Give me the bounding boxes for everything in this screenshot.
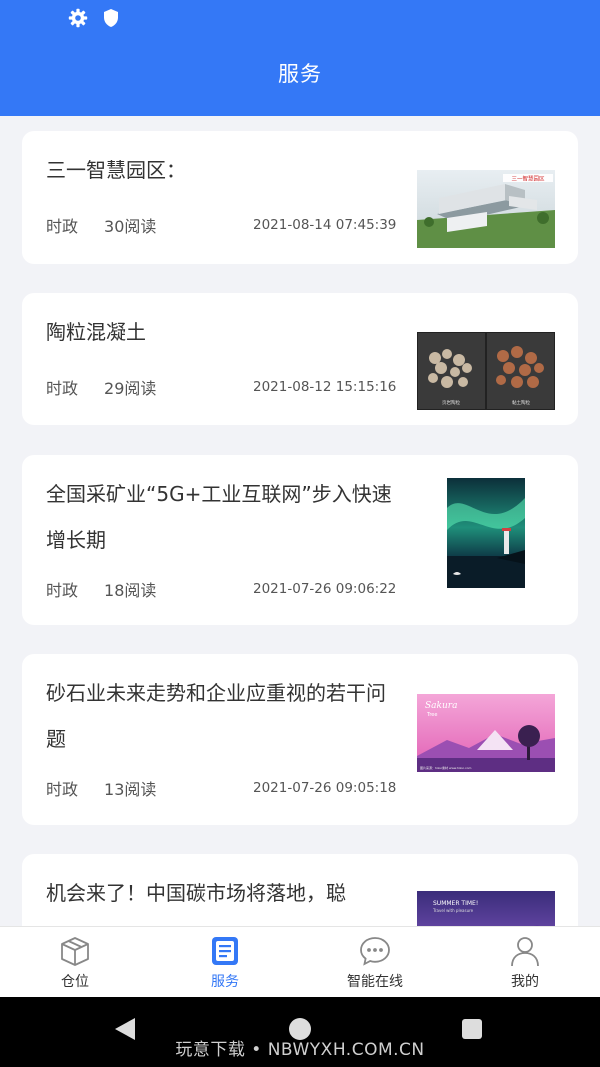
article-read-count: 29阅读 (104, 379, 157, 398)
chat-bubble-icon (360, 937, 390, 966)
shield-icon (104, 9, 118, 27)
article-title: 三一智慧园区： (46, 158, 186, 182)
article-card[interactable]: 陶粒混凝土 时政 29阅读 2021-08-12 15:15:16 页岩陶粒 黏… (22, 293, 578, 425)
article-thumbnail: 三一智慧园区 (417, 170, 555, 248)
tab-label: 我的 (511, 974, 539, 990)
tab-label: 服务 (211, 974, 239, 990)
thumbnail-summer-title: SUMMER TIME! (433, 900, 478, 907)
article-category: 时政 (46, 780, 79, 799)
article-read-count: 18阅读 (104, 581, 157, 600)
article-title: 砂石业未来走势和企业应重视的若干问题 (46, 681, 386, 751)
tab-label: 智能在线 (347, 974, 403, 990)
article-date: 2021-07-26 09:05:18 (253, 780, 397, 796)
article-meta: 时政 30阅读 (46, 213, 156, 237)
article-title: 陶粒混凝土 (46, 320, 146, 344)
article-date: 2021-08-12 15:15:16 (253, 379, 397, 395)
article-title: 全国采矿业“5G+工业互联网”步入快速增长期 (46, 482, 392, 552)
article-meta: 时政 13阅读 (46, 776, 156, 800)
article-read-count: 13阅读 (104, 780, 157, 799)
document-icon (212, 937, 238, 965)
article-meta: 时政 18阅读 (46, 577, 156, 601)
app-header: 服务 (0, 0, 600, 116)
article-card[interactable]: 三一智慧园区： 时政 30阅读 2021-08-14 07:45:39 三一智慧… (22, 131, 578, 264)
article-card[interactable]: 砂石业未来走势和企业应重视的若干问题 时政 13阅读 2021-07-26 09:… (22, 654, 578, 825)
article-meta: 时政 29阅读 (46, 375, 156, 399)
tab-label: 仓位 (61, 974, 89, 990)
thumbnail-caption-left: 页岩陶粒 (442, 399, 460, 406)
system-nav-bar: 玩意下载 • NBWYXH.COM.CN (0, 997, 600, 1067)
article-category: 时政 (46, 581, 79, 600)
article-read-count: 30阅读 (104, 217, 157, 236)
bottom-tab-bar: 仓位 服务 智能在线 我的 (0, 926, 600, 997)
article-category: 时政 (46, 217, 79, 236)
article-thumbnail: 页岩陶粒 黏土陶粒 (417, 332, 555, 410)
thumbnail-banner-text: 三一智慧园区 (511, 175, 545, 183)
tab-profile[interactable]: 我的 (450, 927, 600, 998)
thumbnail-footer-text: 图片来源：hizui素材 www.hizui.com (420, 765, 472, 770)
article-title: 机会来了！中国碳市场将落地，聪 (46, 881, 346, 905)
article-date: 2021-08-14 07:45:39 (253, 217, 397, 233)
tab-warehouse[interactable]: 仓位 (0, 927, 150, 998)
tab-smart-online[interactable]: 智能在线 (300, 927, 450, 998)
article-card[interactable]: 机会来了！中国碳市场将落地，聪 SUMMER TIME! Travel with… (22, 854, 578, 926)
article-date: 2021-07-26 09:06:22 (253, 581, 397, 597)
article-thumbnail (447, 478, 525, 588)
box-icon (61, 937, 89, 966)
article-category: 时政 (46, 379, 79, 398)
thumbnail-caption-right: 黏土陶粒 (512, 399, 530, 406)
article-card[interactable]: 全国采矿业“5G+工业互联网”步入快速增长期 时政 18阅读 2021-07-26… (22, 455, 578, 625)
article-thumbnail: Sakura Tree 图片来源：hizui素材 www.hizui.com (417, 694, 555, 772)
article-thumbnail: SUMMER TIME! Travel with pleasure (417, 891, 555, 926)
status-icons (68, 8, 120, 28)
tab-service[interactable]: 服务 (150, 927, 300, 998)
page-title: 服务 (278, 62, 322, 86)
person-icon (511, 937, 539, 967)
thumbnail-script-title: Sakura (425, 701, 457, 711)
gear-icon (68, 8, 88, 28)
thumbnail-summer-subtitle: Travel with pleasure (432, 908, 474, 913)
thumbnail-script-subtitle: Tree (426, 712, 437, 718)
article-list[interactable]: 三一智慧园区： 时政 30阅读 2021-08-14 07:45:39 三一智慧… (0, 116, 600, 926)
watermark-text: 玩意下载 • NBWYXH.COM.CN (175, 1040, 425, 1060)
